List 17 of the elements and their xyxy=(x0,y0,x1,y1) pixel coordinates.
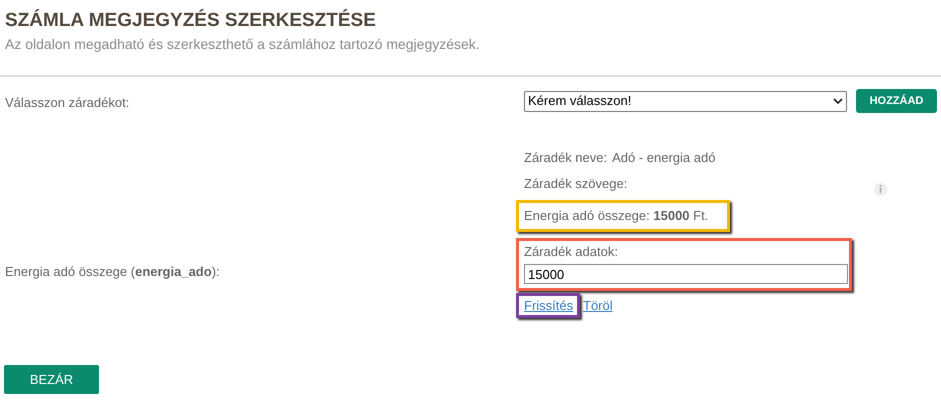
delete-link[interactable]: Töröl xyxy=(583,296,613,316)
clause-dropdown[interactable]: Kérem válasszon! xyxy=(524,90,847,112)
clause-name-label: Záradék neve: xyxy=(524,149,608,167)
chevron-down-icon xyxy=(833,98,843,104)
close-button[interactable]: BEZÁR xyxy=(4,365,99,394)
clause-preview: Energia adó összege: 15000 Ft. xyxy=(524,207,708,226)
page-subtitle: Az oldalon megadható és szerkeszthető a számlához tartozó megjegyzések. xyxy=(5,35,481,54)
clause-data-input[interactable]: 15000 xyxy=(524,264,848,284)
info-icon[interactable] xyxy=(874,182,888,196)
clause-name: Adó - energia adó xyxy=(612,149,716,167)
clause-data-label: Záradék adatok: xyxy=(524,243,619,261)
field-label: Energia adó összege (energia_ado): xyxy=(5,263,220,281)
refresh-link[interactable]: Frissítés xyxy=(524,296,574,316)
field-label: Válasszon záradékot: xyxy=(5,95,130,110)
page-title: SZÁMLA MEGJEGYZÉS SZERKESZTÉSE xyxy=(5,8,377,33)
clause-text-label: Záradék szövege: xyxy=(524,175,628,194)
add-button[interactable]: HOZZÁAD xyxy=(856,89,937,113)
